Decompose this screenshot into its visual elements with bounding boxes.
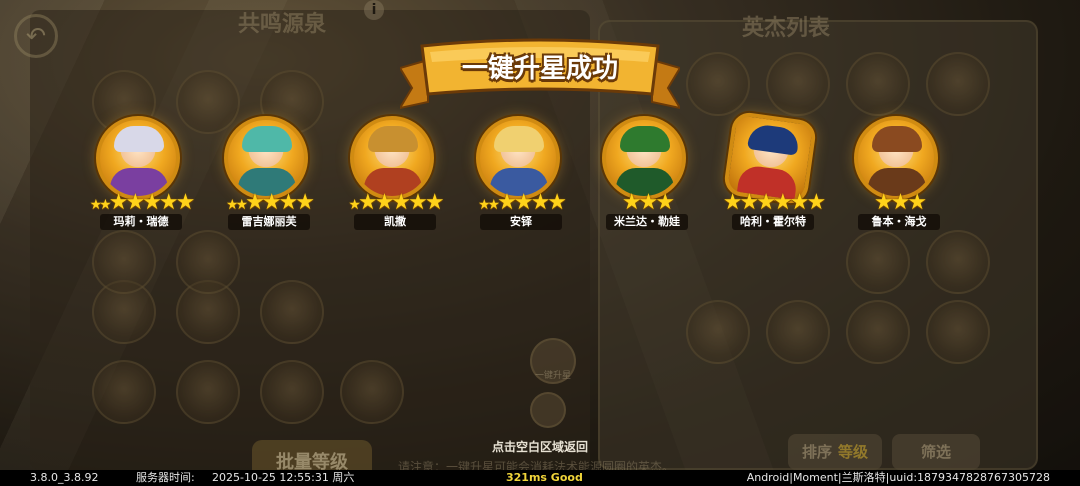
star-icon: ★ [158,190,179,215]
star-icon: ★ [789,190,810,215]
hero-miranda-leva-portrait-icon [602,116,686,200]
star-icon: ★ [278,190,299,215]
star-rating: ★★★★★★ [456,190,586,216]
star-icon: ★ [108,190,129,215]
status-bar: 3.8.0_3.8.92 服务器时间: 2025-10-25 12:55:31 … [0,470,1080,486]
version-text: 3.8.0_3.8.92 [30,471,99,484]
star-rating: ★★★★★★ [708,190,838,216]
star-rating: ★★★★★★★ [76,190,206,216]
hero-card: ★★★★★★★ 玛莉・瑞德 [76,116,206,236]
banner-title: 一键升星成功 [461,54,618,84]
star-rating: ★★★ [582,190,712,216]
small-star-icon: ★ [89,197,102,213]
star-icon: ★ [125,190,145,215]
star-icon: ★ [513,190,534,215]
star-icon: ★ [408,190,428,215]
star-icon: ★ [873,190,894,215]
star-icon: ★ [295,190,315,215]
star-icon: ★ [907,190,927,215]
server-time-label: 服务器时间: [136,471,195,484]
hero-name: 玛莉・瑞德 [100,214,182,230]
ping-indicator: 321ms Good [506,471,583,484]
star-rating: ★★★★★★ [330,190,460,216]
star-icon: ★ [142,190,162,215]
star-icon: ★ [638,190,659,215]
star-icon: ★ [722,190,743,215]
star-icon: ★ [655,190,675,215]
hero-name: 哈利・霍尔特 [732,214,814,230]
success-banner: 一键升星成功 [400,36,680,116]
star-icon: ★ [739,190,760,215]
star-icon: ★ [806,190,826,215]
hero-name: 凯撒 [354,214,436,230]
star-icon: ★ [530,190,551,215]
star-icon: ★ [424,190,445,215]
star-icon: ★ [357,190,378,215]
hero-mary-read-portrait-icon [96,116,180,200]
hero-hair [494,126,544,152]
star-icon: ★ [391,190,411,215]
star-icon: ★ [374,190,395,215]
device-info: Android|Moment|兰斯洛特|uuid:187934782876730… [746,471,1050,484]
hero-hair [242,126,292,152]
hero-ando-portrait-icon [476,116,560,200]
hero-ruben-haigo-portrait-icon [854,116,938,200]
star-icon: ★ [890,190,911,215]
star-rating: ★★★ [834,190,964,216]
server-time-value: 2025-10-25 12:55:31 周六 [212,471,355,484]
star-icon: ★ [773,190,793,215]
hero-name: 鲁本・海戈 [858,214,940,230]
star-icon: ★ [621,190,642,215]
hero-hair [368,126,418,152]
hero-name: 安铎 [480,214,562,230]
hero-name: 雷吉娜丽芙 [228,214,310,230]
hero-regina-lief-portrait-icon [224,116,308,200]
hero-hair [872,126,922,152]
hero-card: ★★★ 米兰达・勒娃 [582,116,712,236]
star-rating: ★★★★★★ [204,190,334,216]
hero-card: ★★★★★★ 安铎 [456,116,586,236]
star-icon: ★ [261,190,282,215]
hero-card: ★★★★★★ 凯撒 [330,116,460,236]
star-icon: ★ [756,190,776,215]
hero-card: ★★★★★★ 哈利・霍尔特 [708,110,838,236]
star-icon: ★ [547,190,567,215]
star-icon: ★ [175,190,196,215]
star-icon: ★ [497,190,517,215]
hero-card: ★★★★★★ 雷吉娜丽芙 [204,116,334,236]
hero-card: ★★★ 鲁本・海戈 [834,116,964,236]
star-icon: ★ [245,190,265,215]
hero-hair [114,126,164,152]
tap-to-return-text: 点击空白区域返回 [491,440,588,454]
hero-hair [620,126,670,152]
hero-name: 米兰达・勒娃 [606,214,688,230]
hero-caesar-portrait-icon [350,116,434,200]
